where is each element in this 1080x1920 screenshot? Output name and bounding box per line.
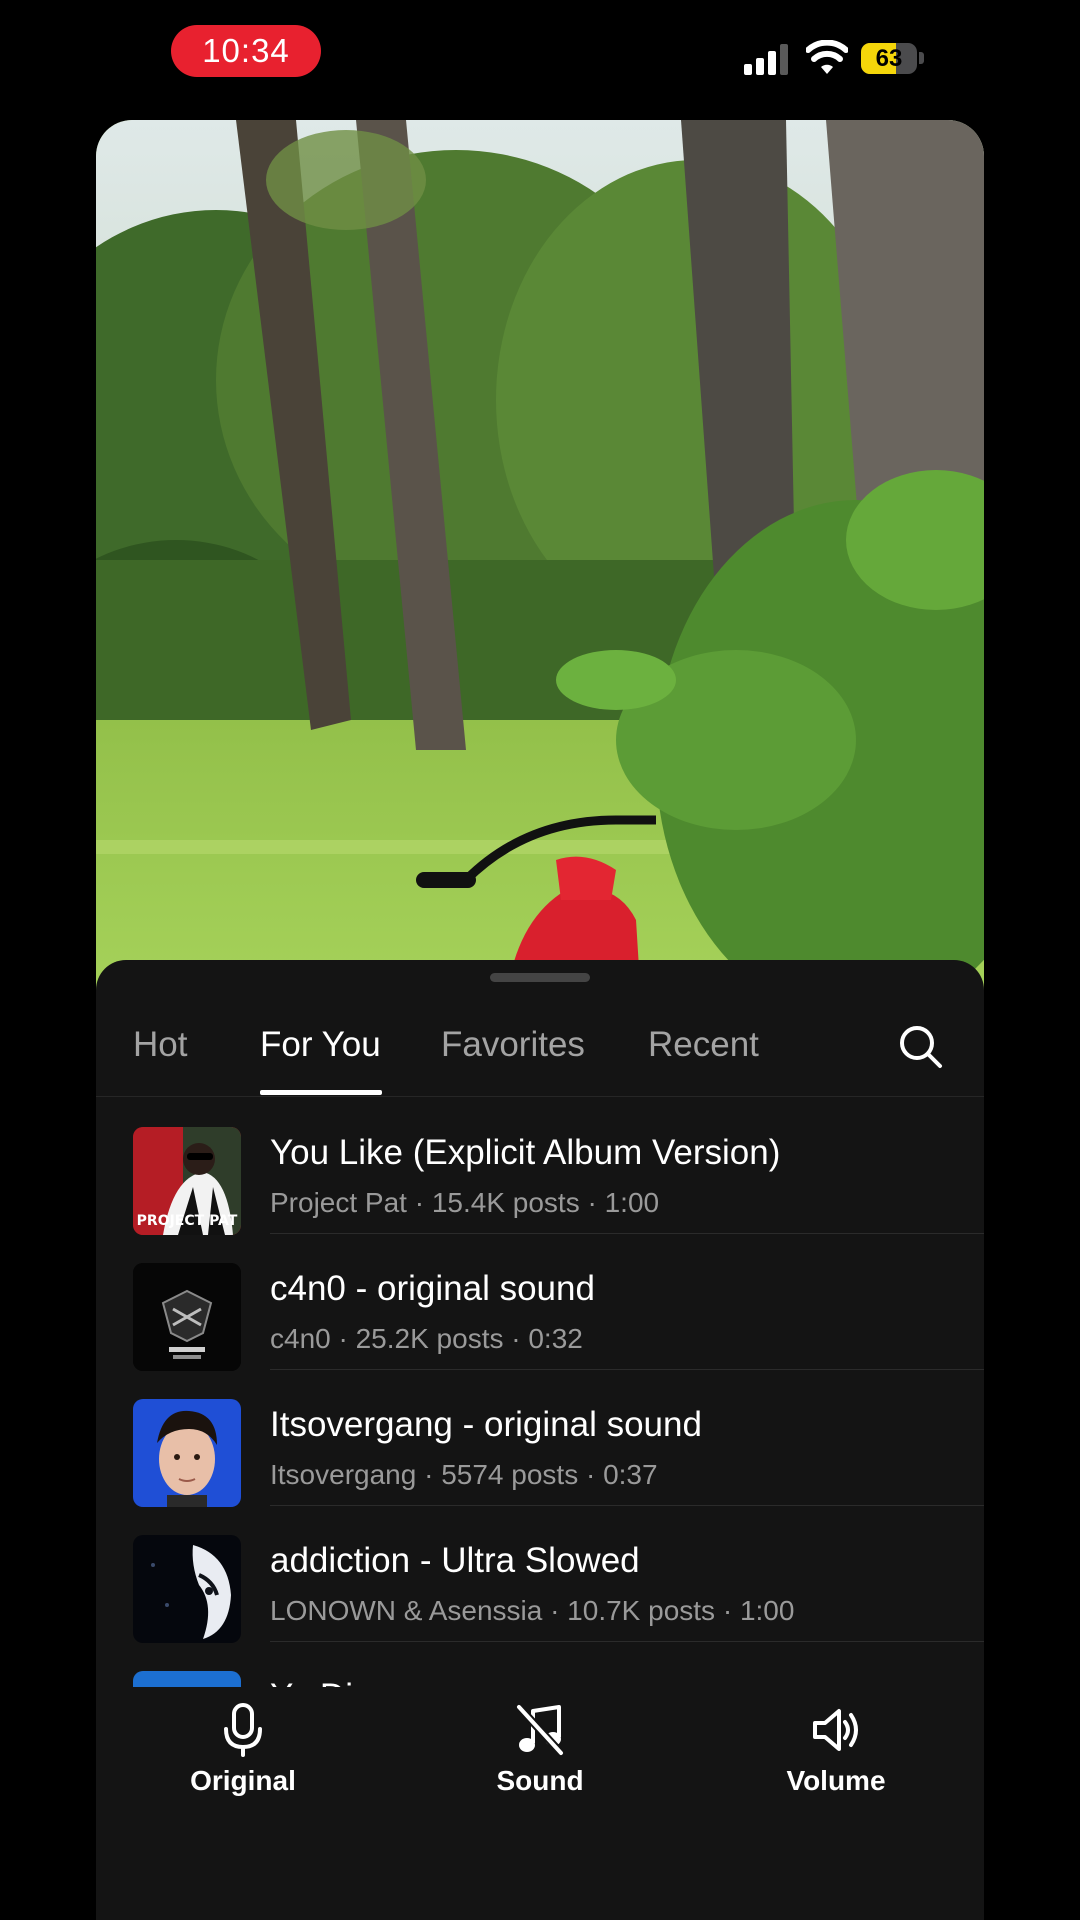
search-icon[interactable] <box>896 1022 944 1070</box>
sound-button[interactable]: Sound <box>440 1703 640 1823</box>
cover-art-text: PROJECT PAT <box>136 1213 238 1229</box>
tab-recent[interactable]: Recent <box>648 1000 759 1096</box>
sound-title: c4n0 - original sound <box>270 1269 595 1308</box>
sound-list-item[interactable]: Itsovergang - original sound Itsovergang… <box>96 1369 984 1507</box>
cellular-signal-icon <box>744 44 788 75</box>
sound-cover-art <box>133 1399 241 1507</box>
sound-list-item[interactable]: addiction - Ultra Slowed LONOWN & Asenss… <box>96 1505 984 1643</box>
active-tab-indicator <box>260 1090 382 1095</box>
sound-list: PROJECT PAT You Like (Explicit Album Ver… <box>96 1097 984 1687</box>
sound-title: addiction - Ultra Slowed <box>270 1541 640 1580</box>
sheet-drag-handle[interactable] <box>490 973 590 982</box>
sound-title: You Like (Explicit Album Version) <box>270 1133 781 1172</box>
sound-cover-art: PROJECT PAT <box>133 1127 241 1235</box>
volume-button[interactable]: Volume <box>736 1703 936 1823</box>
original-label: Original <box>190 1765 296 1796</box>
sound-title: Itsovergang - original sound <box>270 1405 702 1444</box>
sound-picker-sheet: Hot For You Favorites Recent PROJECT PAT <box>96 960 984 1920</box>
original-button[interactable]: Original <box>143 1703 343 1823</box>
status-bar: 10:34 63 <box>0 0 1080 110</box>
battery-indicator: 63 <box>861 43 917 74</box>
video-frame-image <box>96 120 984 1000</box>
audio-actions-bar: Original Sound Volume <box>96 1687 984 1920</box>
sound-cover-art <box>133 1535 241 1643</box>
sound-cover-art <box>133 1263 241 1371</box>
wifi-icon <box>806 40 848 74</box>
sound-list-item[interactable]: PROJECT PAT You Like (Explicit Album Ver… <box>96 1097 984 1235</box>
sound-tabs: Hot For You Favorites Recent <box>96 1000 984 1097</box>
tab-favorites[interactable]: Favorites <box>441 1000 585 1096</box>
video-preview[interactable] <box>96 120 984 1000</box>
volume-label: Volume <box>786 1765 886 1796</box>
sound-list-item[interactable]: Ya Digg <box>96 1641 984 1687</box>
status-time: 10:34 <box>171 25 321 77</box>
battery-tip <box>919 52 924 64</box>
sound-label: Sound <box>496 1765 584 1796</box>
sound-meta: Project Pat · 15.4K posts · 1:00 <box>270 1187 660 1218</box>
sound-meta: c4n0 · 25.2K posts · 0:32 <box>270 1323 583 1354</box>
music-note-off-icon <box>515 1703 565 1757</box>
battery-level: 63 <box>875 45 903 72</box>
sound-list-item[interactable]: c4n0 - original sound c4n0 · 25.2K posts… <box>96 1233 984 1371</box>
tab-for-you[interactable]: For You <box>260 1000 381 1096</box>
sound-meta: Itsovergang · 5574 posts · 0:37 <box>270 1459 658 1490</box>
tab-hot[interactable]: Hot <box>133 1000 187 1096</box>
sound-cover-art <box>133 1671 241 1687</box>
speaker-volume-icon <box>813 1709 858 1751</box>
sound-meta: LONOWN & Asenssia · 10.7K posts · 1:00 <box>270 1595 795 1626</box>
sound-title: Ya Digg <box>270 1677 392 1687</box>
microphone-icon <box>224 1703 262 1757</box>
